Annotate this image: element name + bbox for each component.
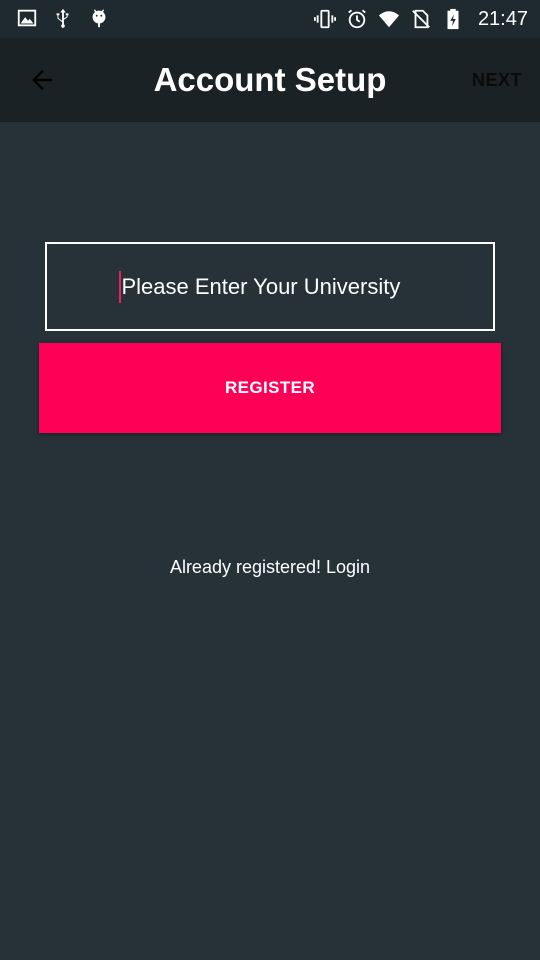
- toolbar: Account Setup NEXT: [0, 38, 540, 122]
- text-cursor: [118, 270, 121, 303]
- wifi-icon: [378, 11, 400, 28]
- account-setup-screen: 21:47 Account Setup NEXT REGISTER Alread…: [0, 0, 540, 960]
- status-bar-right: 21:47: [304, 7, 528, 31]
- image-icon: [17, 9, 37, 27]
- status-bar-left: [16, 7, 124, 29]
- login-link[interactable]: Already registered! Login: [0, 555, 540, 579]
- university-input-container[interactable]: [45, 242, 495, 331]
- vibrate-icon: [313, 9, 336, 29]
- alarm-icon: [348, 9, 366, 29]
- page-title: Account Setup: [153, 61, 387, 98]
- usb-icon: [56, 8, 69, 28]
- register-button[interactable]: REGISTER: [39, 343, 501, 433]
- android-debug-icon: [92, 9, 106, 28]
- battery-charging-icon: [447, 8, 459, 30]
- no-sim-icon: [412, 9, 430, 29]
- university-input[interactable]: [121, 273, 422, 300]
- next-button[interactable]: NEXT: [472, 68, 522, 92]
- status-time: 21:47: [477, 8, 528, 30]
- status-bar: 21:47: [0, 0, 540, 38]
